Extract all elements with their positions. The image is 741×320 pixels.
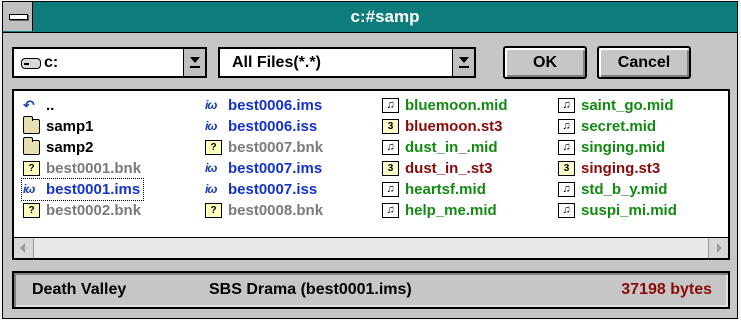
status-file-info: SBS Drama (best0001.ims) bbox=[209, 281, 412, 298]
file-list-item[interactable]: ? best0007.bnk bbox=[204, 137, 323, 158]
midi-file-icon: ♫ bbox=[558, 203, 575, 218]
system-menu-icon bbox=[9, 14, 28, 20]
file-list-item[interactable]: ? best0008.bnk bbox=[204, 200, 323, 221]
file-list-item[interactable]: ? best0001.bnk bbox=[22, 158, 141, 179]
drive-combobox-value: c: bbox=[44, 54, 59, 71]
arrow-left-icon bbox=[20, 243, 25, 253]
file-name: secret.mid bbox=[581, 118, 657, 135]
file-name: best0007.ims bbox=[228, 160, 323, 177]
bnk-file-icon: ? bbox=[23, 161, 40, 176]
ok-button[interactable]: OK bbox=[503, 46, 587, 79]
file-name: suspi_mi.mid bbox=[581, 202, 677, 219]
file-name: bluemoon.mid bbox=[405, 97, 508, 114]
file-name: samp2 bbox=[46, 139, 94, 156]
drive-dropdown-button[interactable] bbox=[183, 49, 205, 76]
midi-file-icon: ♫ bbox=[382, 98, 399, 113]
file-name: best0001.ims bbox=[46, 181, 141, 198]
drive-icon bbox=[21, 58, 41, 69]
midi-file-icon: ♫ bbox=[558, 182, 575, 197]
file-name: best0006.iss bbox=[228, 118, 318, 135]
file-list-item[interactable]: samp2 bbox=[22, 137, 94, 158]
folder-icon bbox=[23, 116, 40, 134]
file-list-item[interactable]: iω best0007.ims bbox=[204, 158, 322, 179]
file-name: best0006.ims bbox=[228, 97, 323, 114]
file-name: best0007.bnk bbox=[228, 139, 324, 156]
file-name: help_me.mid bbox=[405, 202, 497, 219]
file-name: singing.mid bbox=[581, 139, 666, 156]
file-list-item[interactable]: iω best0006.ims bbox=[204, 95, 322, 116]
iss-file-icon: iω bbox=[205, 119, 217, 133]
file-list-item[interactable]: iω best0006.iss bbox=[204, 116, 317, 137]
file-list-item[interactable]: ♫ dust_in_.mid bbox=[381, 137, 498, 158]
filter-combobox-value: All Files(*.*) bbox=[232, 54, 321, 71]
drive-combobox[interactable]: c: bbox=[12, 47, 207, 78]
midi-file-icon: ♫ bbox=[382, 182, 399, 197]
system-menu-button[interactable] bbox=[3, 2, 33, 31]
iss-file-icon: iω bbox=[205, 182, 217, 196]
file-list-item[interactable]: ♫ bluemoon.mid bbox=[381, 95, 508, 116]
title-bar[interactable]: c:#samp bbox=[3, 2, 737, 33]
midi-file-icon: ♫ bbox=[382, 203, 399, 218]
window-title: c:#samp bbox=[350, 7, 420, 26]
file-list-item[interactable]: ♫ help_me.mid bbox=[381, 200, 497, 221]
file-name: saint_go.mid bbox=[581, 97, 674, 114]
file-name: std_b_y.mid bbox=[581, 181, 668, 198]
file-list-item[interactable]: 3 singing.st3 bbox=[557, 158, 660, 179]
file-name: samp1 bbox=[46, 118, 94, 135]
file-name: best0007.iss bbox=[228, 181, 318, 198]
file-list-item[interactable]: samp1 bbox=[22, 116, 94, 137]
file-open-dialog: c:#samp c: All Files(*.*) OK Cancel ↶.. s… bbox=[2, 1, 738, 319]
status-file-size: 37198 bytes bbox=[621, 281, 712, 298]
file-list-item[interactable]: ♫ suspi_mi.mid bbox=[557, 200, 677, 221]
file-name: dust_in_.mid bbox=[405, 139, 498, 156]
midi-file-icon: ♫ bbox=[558, 140, 575, 155]
scroll-left-button[interactable] bbox=[14, 238, 34, 258]
file-list-item[interactable]: 3 dust_in_.st3 bbox=[381, 158, 493, 179]
file-list-item[interactable]: iω best0001.ims bbox=[20, 178, 145, 201]
file-name: heartsf.mid bbox=[405, 181, 486, 198]
filter-dropdown-button[interactable] bbox=[452, 49, 474, 76]
st3-file-icon: 3 bbox=[382, 161, 399, 176]
file-list-item[interactable]: 3 bluemoon.st3 bbox=[381, 116, 503, 137]
bnk-file-icon: ? bbox=[205, 140, 222, 155]
up-arrow-icon: ↶ bbox=[23, 97, 35, 113]
file-name: bluemoon.st3 bbox=[405, 118, 503, 135]
chevron-down-icon bbox=[190, 57, 200, 63]
status-bar: Death Valley SBS Drama (best0001.ims) 37… bbox=[12, 271, 730, 309]
horizontal-scrollbar[interactable] bbox=[14, 237, 728, 258]
file-name: best0008.bnk bbox=[228, 202, 324, 219]
file-list-item[interactable]: ↶.. bbox=[22, 95, 54, 116]
file-list-item[interactable]: ? best0002.bnk bbox=[22, 200, 141, 221]
file-list[interactable]: ↶.. samp1 samp2? best0001.bnk iω best0001.ims… bbox=[12, 89, 730, 260]
midi-file-icon: ♫ bbox=[382, 140, 399, 155]
midi-file-icon: ♫ bbox=[558, 98, 575, 113]
folder-icon bbox=[23, 137, 40, 155]
file-name: best0001.bnk bbox=[46, 160, 142, 177]
file-list-item[interactable]: ♫ heartsf.mid bbox=[381, 179, 486, 200]
status-song-title: Death Valley bbox=[32, 281, 127, 298]
scroll-right-button[interactable] bbox=[708, 238, 728, 258]
st3-file-icon: 3 bbox=[558, 161, 575, 176]
file-name: dust_in_.st3 bbox=[405, 160, 493, 177]
st3-file-icon: 3 bbox=[382, 119, 399, 134]
arrow-right-icon bbox=[717, 243, 722, 253]
file-list-item[interactable]: ♫ singing.mid bbox=[557, 137, 665, 158]
ims-file-icon: iω bbox=[23, 182, 35, 196]
bnk-file-icon: ? bbox=[205, 203, 222, 218]
file-list-item[interactable]: ♫ std_b_y.mid bbox=[557, 179, 667, 200]
file-list-item[interactable]: ♫ secret.mid bbox=[557, 116, 656, 137]
cancel-button[interactable]: Cancel bbox=[597, 46, 691, 79]
file-list-item[interactable]: ♫ saint_go.mid bbox=[557, 95, 674, 116]
chevron-down-icon bbox=[459, 57, 469, 63]
file-list-item[interactable]: iω best0007.iss bbox=[204, 179, 317, 200]
ims-file-icon: iω bbox=[205, 161, 217, 175]
filter-combobox[interactable]: All Files(*.*) bbox=[218, 47, 476, 78]
midi-file-icon: ♫ bbox=[558, 119, 575, 134]
file-name: singing.st3 bbox=[581, 160, 661, 177]
file-name: .. bbox=[46, 97, 55, 114]
ims-file-icon: iω bbox=[205, 98, 217, 112]
file-name: best0002.bnk bbox=[46, 202, 142, 219]
bnk-file-icon: ? bbox=[23, 203, 40, 218]
